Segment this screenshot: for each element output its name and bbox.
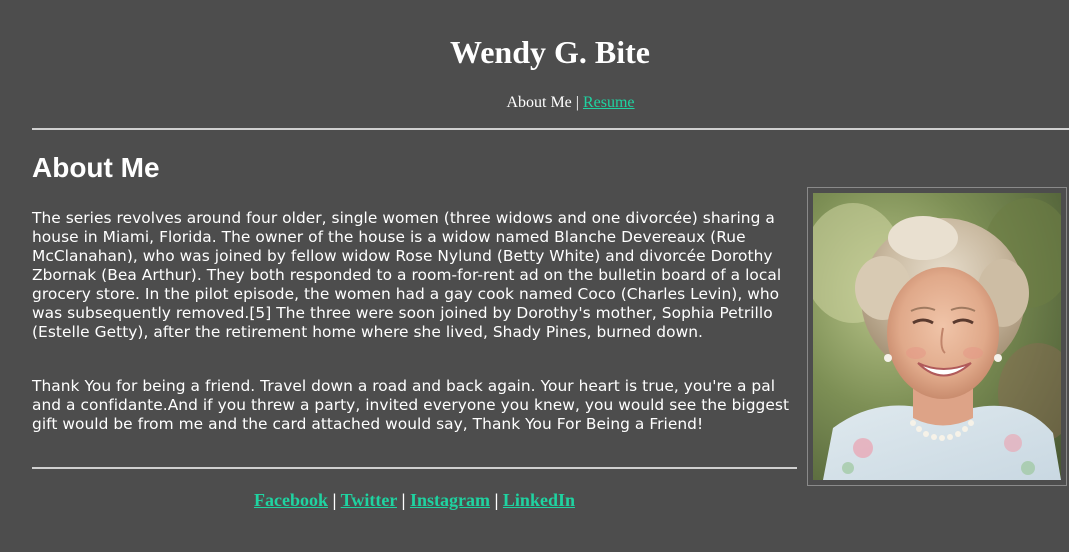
- profile-photo-frame: [807, 187, 1067, 486]
- instagram-link[interactable]: Instagram: [410, 490, 490, 510]
- top-nav: About Me | Resume: [0, 93, 1069, 113]
- social-links: Facebook | Twitter | Instagram | LinkedI…: [0, 489, 829, 511]
- nav-separator: |: [575, 94, 579, 111]
- nav-link-resume[interactable]: Resume: [583, 94, 635, 111]
- footer-divider: [32, 467, 797, 469]
- footer-separator: |: [401, 490, 406, 510]
- linkedin-link[interactable]: LinkedIn: [503, 490, 575, 510]
- about-paragraph-2: Thank You for being a friend. Travel dow…: [32, 377, 790, 433]
- about-paragraph-1: The series revolves around four older, s…: [32, 209, 782, 341]
- facebook-link[interactable]: Facebook: [254, 490, 328, 510]
- profile-photo: [813, 193, 1061, 480]
- twitter-link[interactable]: Twitter: [341, 490, 397, 510]
- about-me-heading: About Me: [32, 152, 160, 183]
- footer-separator: |: [494, 490, 499, 510]
- nav-item-about-me: About Me: [506, 94, 572, 111]
- footer-separator: |: [332, 490, 337, 510]
- header-divider: [32, 128, 1069, 130]
- site-title: Wendy G. Bite: [449, 34, 650, 70]
